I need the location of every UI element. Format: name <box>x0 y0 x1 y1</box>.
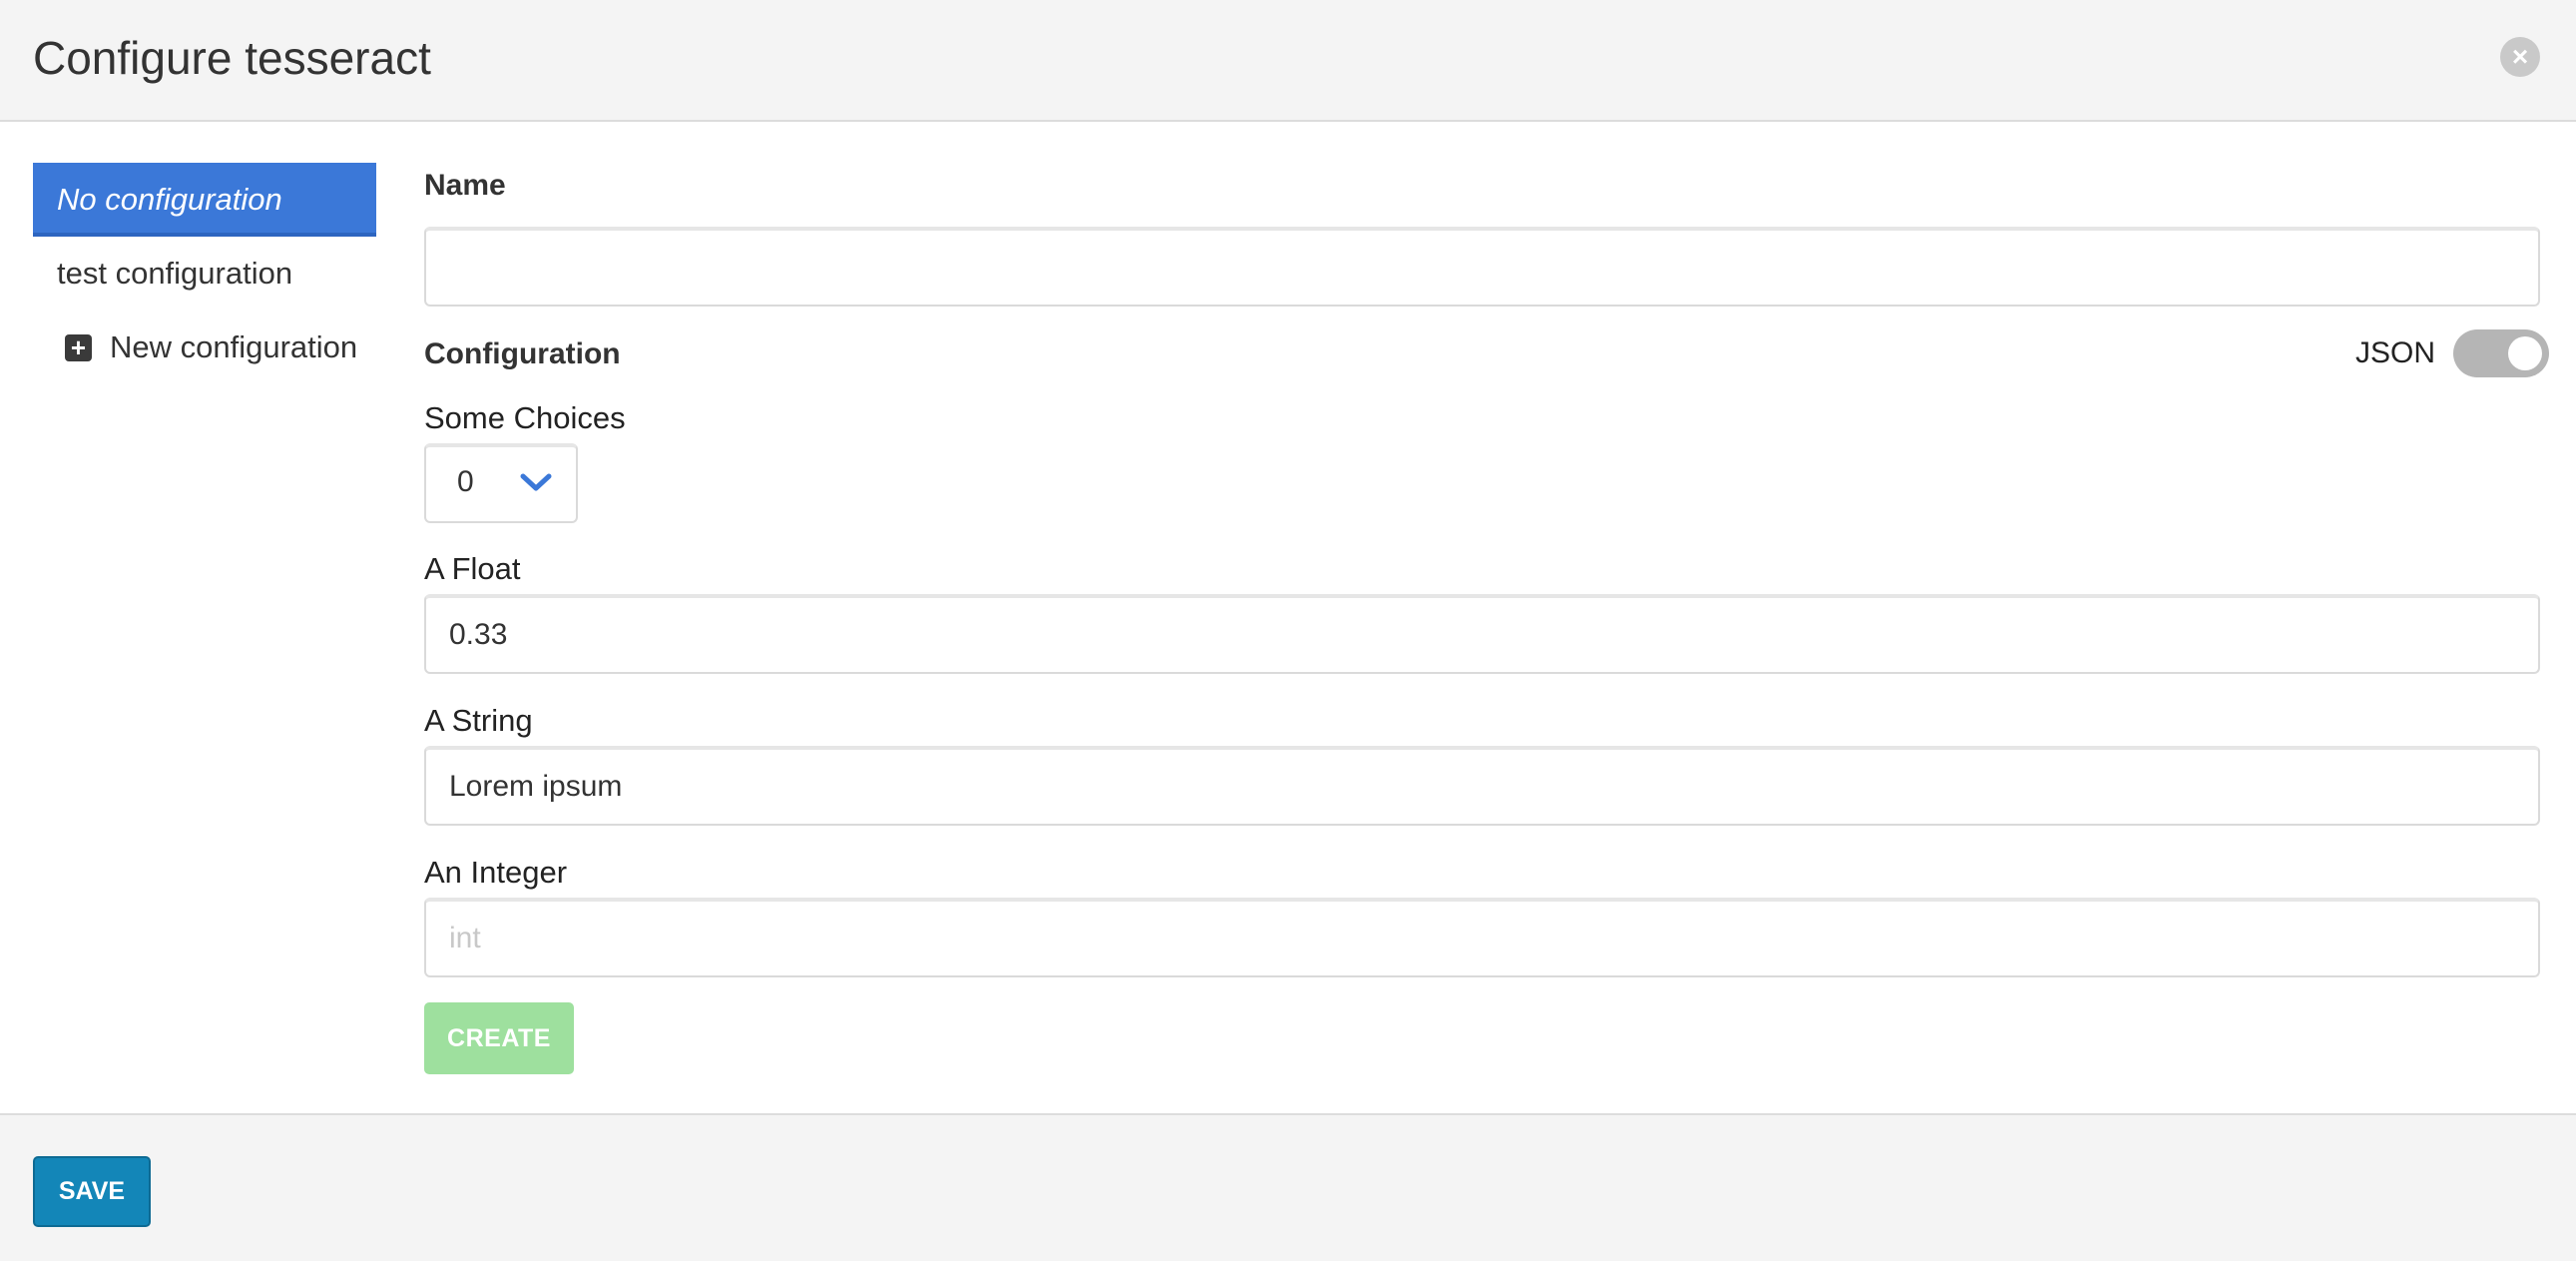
sidebar-item-no-configuration[interactable]: No configuration <box>33 163 376 237</box>
name-label: Name <box>424 169 506 202</box>
configuration-label: Configuration <box>424 337 621 370</box>
json-toggle[interactable] <box>2453 329 2550 377</box>
modal-footer: SAVE <box>0 1113 2576 1261</box>
integer-label: An Integer <box>424 855 568 890</box>
modal-title: Configure tesseract <box>33 32 431 84</box>
new-configuration-button[interactable]: + New configuration <box>33 311 376 384</box>
configure-modal: Configure tesseract × No configuration t… <box>0 0 2576 1261</box>
json-toggle-group: JSON <box>2355 329 2550 377</box>
some-choices-value: 0 <box>457 465 474 498</box>
modal-header: Configure tesseract × <box>0 0 2576 122</box>
new-configuration-label: New configuration <box>110 329 358 364</box>
configuration-sidebar: No configuration test configuration + Ne… <box>33 163 376 384</box>
chevron-down-icon <box>520 473 552 491</box>
float-input[interactable] <box>424 594 2540 674</box>
plus-square-icon: + <box>65 333 92 361</box>
toggle-knob <box>2508 336 2543 370</box>
close-icon[interactable]: × <box>2500 37 2540 77</box>
some-choices-label: Some Choices <box>424 400 626 435</box>
integer-input[interactable] <box>424 898 2540 977</box>
some-choices-select[interactable]: 0 <box>424 443 578 523</box>
float-label: A Float <box>424 551 521 586</box>
sidebar-item-test-configuration[interactable]: test configuration <box>33 237 376 311</box>
string-label: A String <box>424 703 533 738</box>
json-label: JSON <box>2355 336 2436 369</box>
create-button[interactable]: CREATE <box>424 1002 574 1074</box>
name-input[interactable] <box>424 227 2540 307</box>
save-button[interactable]: SAVE <box>33 1156 151 1227</box>
string-input[interactable] <box>424 746 2540 826</box>
